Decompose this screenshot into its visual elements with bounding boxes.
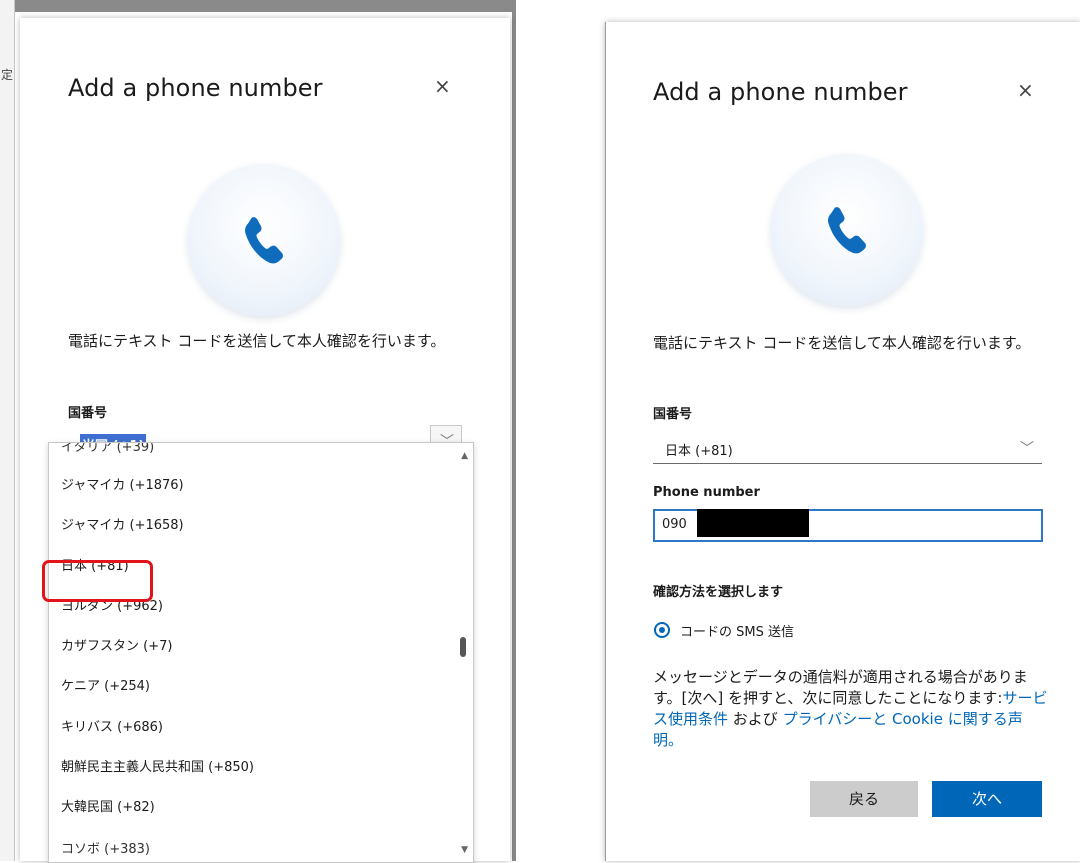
sms-radio-button[interactable] — [654, 622, 670, 638]
close-icon[interactable]: × — [1017, 80, 1034, 100]
country-dropdown-list[interactable]: イタリア (+39) ジャマイカ (+1876) ジャマイカ (+1658) 日… — [48, 442, 474, 863]
list-item[interactable]: 大韓民国 (+82) — [61, 796, 155, 815]
phone-illustration — [771, 154, 923, 306]
scroll-down-arrow-icon[interactable]: ▼ — [461, 845, 468, 855]
list-item[interactable]: ケニア (+254) — [61, 675, 150, 694]
background-window-edge — [0, 0, 515, 12]
description-text: 電話にテキスト コードを送信して本人確認を行います。 — [68, 332, 446, 350]
list-item[interactable]: ジャマイカ (+1876) — [61, 474, 184, 493]
phone-number-value: 090 — [662, 517, 687, 532]
back-button[interactable]: 戻る — [810, 781, 918, 817]
next-button[interactable]: 次へ — [932, 781, 1042, 817]
verification-method-label: 確認方法を選択します — [653, 585, 784, 600]
country-code-label: 国番号 — [68, 406, 108, 421]
legal-and-text: および — [728, 710, 783, 728]
background-sidebar — [0, 0, 15, 861]
phone-illustration — [188, 164, 340, 316]
phone-number-label: Phone number — [653, 485, 760, 500]
country-code-select[interactable]: 日本 (+81) ﹀ — [653, 434, 1042, 464]
list-item[interactable]: 朝鮮民主主義人民共和国 (+850) — [61, 756, 254, 775]
list-item[interactable]: キリバス (+686) — [61, 716, 163, 735]
sms-option-label[interactable]: コードの SMS 送信 — [680, 621, 794, 640]
dialog-title: Add a phone number — [68, 74, 323, 102]
list-item[interactable]: イタリア (+39) — [61, 443, 154, 455]
close-icon[interactable]: × — [434, 76, 451, 96]
radio-selected-dot — [659, 627, 665, 633]
phone-icon — [828, 207, 866, 254]
phone-icon — [245, 217, 283, 264]
legal-text: メッセージとデータの通信料が適用される場合があります。[次へ] を押すと、次に同… — [653, 668, 1028, 707]
legal-notice: メッセージとデータの通信料が適用される場合があります。[次へ] を押すと、次に同… — [653, 667, 1048, 751]
list-item[interactable]: コソボ (+383) — [61, 838, 150, 857]
dialog-title: Add a phone number — [653, 78, 908, 106]
country-code-label: 国番号 — [653, 407, 693, 422]
phone-number-input[interactable]: 090 — [653, 509, 1043, 542]
list-item[interactable]: ジャマイカ (+1658) — [61, 514, 184, 533]
scrollbar-thumb[interactable] — [460, 637, 466, 657]
background-window-edge-right — [512, 0, 516, 861]
country-code-value: 日本 (+81) — [665, 444, 733, 459]
add-phone-dialog-filled: Add a phone number × 電話にテキスト コードを送信して本人確… — [605, 22, 1080, 861]
redaction-box — [697, 509, 809, 537]
background-text-fragment: 定 — [1, 68, 14, 82]
highlight-annotation-box — [42, 560, 153, 602]
chevron-down-icon: ﹀ — [1020, 441, 1034, 457]
list-item[interactable]: カザフスタン (+7) — [61, 635, 172, 654]
description-text: 電話にテキスト コードを送信して本人確認を行います。 — [653, 334, 1031, 352]
scroll-up-arrow-icon[interactable]: ▲ — [461, 451, 468, 461]
